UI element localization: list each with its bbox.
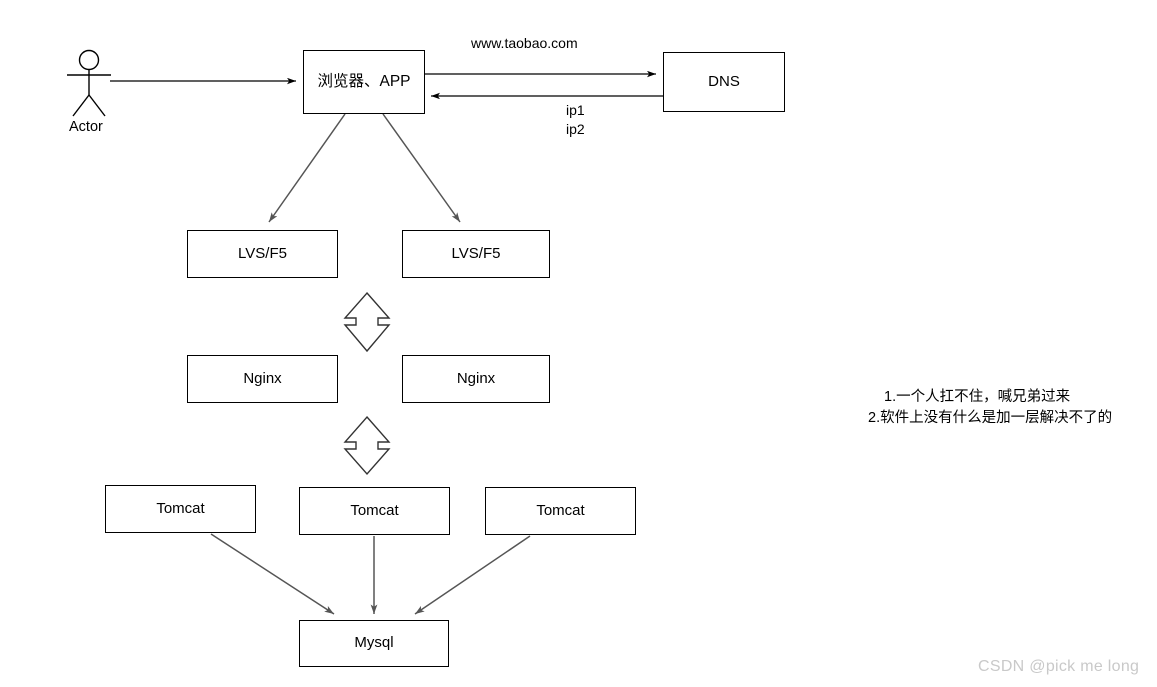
node-tomcat-right[interactable]: Tomcat — [485, 487, 636, 535]
node-tomcat-right-label: Tomcat — [536, 501, 585, 519]
node-browser-app[interactable]: 浏览器、APP — [303, 50, 425, 114]
node-lvs-f5-left-label: LVS/F5 — [238, 244, 287, 262]
notes-block: 1.一个人扛不住，喊兄弟过来 2.软件上没有什么是加一层解决不了的 — [868, 387, 1112, 429]
note-line-1: 1.一个人扛不住，喊兄弟过来 — [884, 389, 1071, 405]
diagram-canvas: Actor 浏览器、APP DNS www.taobao.com ip1 ip2… — [0, 0, 1157, 687]
connector-browser-to-lvs-right — [382, 113, 461, 223]
note-line-2: 2.软件上没有什么是加一层解决不了的 — [868, 410, 1113, 427]
double-arrow-lvs-nginx — [343, 291, 391, 353]
watermark: CSDN @pick me long — [978, 658, 1140, 675]
node-dns[interactable]: DNS — [663, 52, 785, 112]
connector-tomcat-right-to-mysql — [414, 535, 531, 615]
node-lvs-f5-right-label: LVS/F5 — [451, 244, 501, 262]
node-lvs-f5-right[interactable]: LVS/F5 — [402, 230, 550, 278]
edge-label-response-ip2: ip2 — [566, 121, 585, 137]
node-nginx-right[interactable]: Nginx — [402, 355, 550, 403]
node-tomcat-middle[interactable]: Tomcat — [299, 487, 450, 535]
node-tomcat-left-label: Tomcat — [156, 499, 205, 517]
node-mysql[interactable]: Mysql — [299, 620, 449, 667]
double-arrow-nginx-tomcat — [343, 415, 391, 476]
connector-tomcat-left-to-mysql — [210, 533, 335, 615]
node-tomcat-left[interactable]: Tomcat — [105, 485, 256, 533]
edge-label-response-ip1: ip1 — [566, 102, 585, 118]
actor-label: Actor — [69, 119, 103, 135]
node-dns-label: DNS — [708, 72, 740, 90]
edge-label-request-domain: www.taobao.com — [471, 35, 578, 51]
node-mysql-label: Mysql — [354, 634, 394, 652]
node-nginx-left-label: Nginx — [243, 369, 282, 387]
node-tomcat-middle-label: Tomcat — [350, 501, 399, 519]
node-nginx-left[interactable]: Nginx — [187, 355, 338, 403]
actor-icon — [67, 49, 111, 117]
node-lvs-f5-left[interactable]: LVS/F5 — [187, 230, 338, 278]
connector-browser-to-lvs-left — [268, 113, 346, 223]
node-browser-app-label: 浏览器、APP — [317, 73, 411, 91]
node-nginx-right-label: Nginx — [456, 369, 496, 387]
